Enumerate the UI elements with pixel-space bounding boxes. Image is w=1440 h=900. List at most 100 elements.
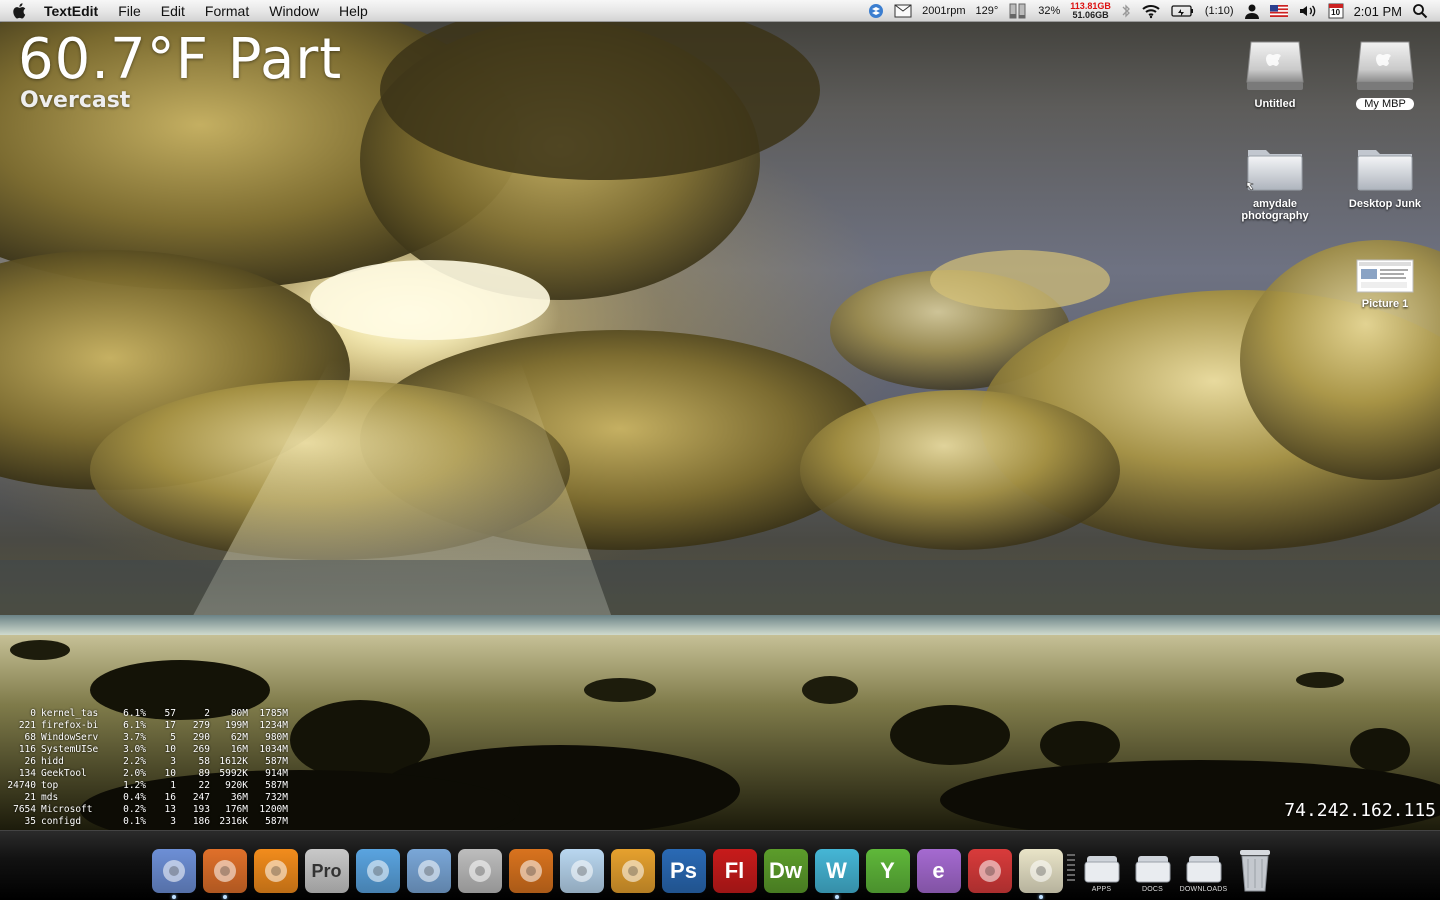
dreamweaver-icon: Dw — [763, 849, 808, 893]
desktop-icon-untitled-drive[interactable]: Untitled — [1225, 34, 1325, 110]
hard-drive-icon — [1225, 34, 1325, 94]
weather-temperature: 60.7°F Part — [18, 27, 343, 92]
desktop-icon-desktop-junk[interactable]: Desktop Junk — [1335, 134, 1435, 210]
chess-icon — [967, 849, 1012, 893]
cpu-meter-icon[interactable] — [1008, 3, 1028, 19]
menu-edit[interactable]: Edit — [151, 0, 195, 22]
vlc-icon — [253, 849, 298, 893]
battery-percent[interactable]: 32% — [1038, 5, 1060, 17]
finder-icon — [151, 849, 196, 893]
firefox-icon — [202, 849, 247, 893]
screenshot-file-icon — [1335, 234, 1435, 294]
process-row: 0 kernel_tas 6.1% 57 2 80M 1785M — [30, 708, 288, 719]
apple-menu[interactable] — [0, 2, 40, 20]
running-indicator — [171, 895, 176, 899]
menu-help[interactable]: Help — [329, 0, 378, 22]
apple-icon — [13, 2, 26, 18]
wifi-icon[interactable] — [1141, 3, 1161, 19]
dock-stack-docs[interactable]: DOCS — [1127, 841, 1178, 893]
e-icon: e — [916, 849, 961, 893]
dock-trash[interactable] — [1229, 841, 1280, 893]
cpu-temperature[interactable]: 129° — [976, 5, 999, 17]
process-row: 116 SystemUISe 3.0% 10 269 16M 1034M — [18, 744, 288, 755]
calendar-icon[interactable]: 10 — [1328, 3, 1344, 19]
desktop-icon-label: Desktop Junk — [1348, 198, 1422, 210]
desktop-icon-my-mbp-drive[interactable]: My MBP — [1335, 34, 1435, 112]
dock-flash[interactable]: Fl — [709, 841, 760, 893]
process-row: 24740 top 1.2% 1 22 920K 587M — [7, 780, 288, 791]
folder-icon — [1225, 134, 1325, 194]
weather-widget: 60.7°F Part Overcast — [18, 27, 343, 114]
dock-shield[interactable] — [454, 841, 505, 893]
desktop-icon-amydale-photography[interactable]: amydale photography — [1225, 134, 1325, 222]
runner-icon — [610, 849, 655, 893]
running-indicator — [834, 895, 839, 899]
photoshop-icon: Ps — [661, 849, 706, 893]
user-icon[interactable] — [1244, 3, 1260, 19]
dock-items: Pro Ps Fl Dw W Ye APPS DOCS DOWNLOADS — [148, 841, 1280, 899]
pro-icon: Pro — [304, 849, 349, 893]
dock-photoshop[interactable]: Ps — [658, 841, 709, 893]
desktop-icon-label: amydale photography — [1241, 198, 1309, 222]
dock-app-glyph: Pro — [311, 860, 342, 881]
battery-time[interactable]: (1:10) — [1205, 5, 1234, 17]
dock-itunes[interactable] — [352, 841, 403, 893]
volume-icon[interactable] — [1298, 3, 1318, 19]
process-row: 134 GeekTool 2.0% 10 89 5992K 914M — [18, 768, 288, 779]
dock-y[interactable]: Y — [862, 841, 913, 893]
dock-finder[interactable] — [148, 841, 199, 899]
dock-stack-label: APPS — [1091, 886, 1112, 893]
dock-textedit[interactable] — [1015, 841, 1066, 899]
hard-drive-icon — [1335, 34, 1435, 94]
dock-separator[interactable] — [1066, 841, 1076, 893]
shield-icon — [457, 849, 502, 893]
menu-format[interactable]: Format — [195, 0, 259, 22]
menu-clock[interactable]: 2:01 PM — [1354, 4, 1402, 19]
dropbox-icon[interactable] — [868, 3, 884, 19]
fan-speed[interactable]: 2001rpm — [922, 5, 965, 17]
dock-chess[interactable] — [964, 841, 1015, 893]
mail-clock-icon — [559, 849, 604, 893]
menu-app-name[interactable]: TextEdit — [40, 0, 108, 22]
mail-icon[interactable] — [894, 4, 912, 18]
dock-runner[interactable] — [607, 841, 658, 893]
dock: Pro Ps Fl Dw W Ye APPS DOCS DOWNLOADS — [0, 830, 1440, 900]
menu-extras: 2001rpm 129° 32% 113.81GB 51.06GB (1:10) — [868, 0, 1440, 22]
process-row: 35 configd 0.1% 3 186 2316K 587M — [24, 816, 288, 827]
dock-mail-clock[interactable] — [556, 841, 607, 893]
dock-app-glyph: e — [932, 858, 945, 883]
running-indicator — [222, 895, 227, 899]
menu-window[interactable]: Window — [259, 0, 329, 22]
spotlight-search-icon[interactable] — [1412, 3, 1428, 19]
dock-pro[interactable]: Pro — [301, 841, 352, 893]
dock-w[interactable]: W — [811, 841, 862, 899]
menu-bar: TextEdit File Edit Format Window Help 20… — [0, 0, 1440, 22]
flash-icon: Fl — [712, 849, 757, 893]
itunes-icon — [355, 849, 400, 893]
calendar-day: 10 — [1331, 8, 1341, 17]
dock-e[interactable]: e — [913, 841, 964, 893]
dock-app-glyph: Dw — [769, 858, 802, 883]
dock-firefox[interactable] — [199, 841, 250, 899]
dock-propellerhead[interactable] — [505, 841, 556, 893]
dock-dreamweaver[interactable]: Dw — [760, 841, 811, 893]
dock-stack-apps[interactable]: APPS — [1076, 841, 1127, 893]
propellerhead-icon — [508, 849, 553, 893]
us-flag-icon[interactable] — [1269, 5, 1288, 17]
textedit-icon — [1018, 849, 1063, 893]
process-row: 7654 Microsoft 0.2% 13 193 176M 1200M — [13, 804, 288, 815]
desktop-icon-picture-1[interactable]: Picture 1 — [1335, 234, 1435, 310]
apps-stack-icon — [1084, 856, 1119, 883]
menu-bar-left: TextEdit File Edit Format Window Help — [0, 0, 378, 22]
battery-icon[interactable] — [1171, 4, 1195, 18]
dock-stack-downloads[interactable]: DOWNLOADS — [1178, 841, 1229, 893]
dock-vlc[interactable] — [250, 841, 301, 893]
desktop-icon-label: Picture 1 — [1361, 298, 1409, 310]
dock-app-glyph: W — [826, 858, 847, 883]
dock-app-glyph: Fl — [724, 858, 745, 883]
bluetooth-icon[interactable] — [1121, 3, 1131, 19]
disk-usage[interactable]: 113.81GB 51.06GB — [1070, 2, 1111, 20]
menu-file[interactable]: File — [108, 0, 151, 22]
process-row: 26 hidd 2.2% 3 58 1612K 587M — [24, 756, 288, 767]
dock-preview[interactable] — [403, 841, 454, 893]
